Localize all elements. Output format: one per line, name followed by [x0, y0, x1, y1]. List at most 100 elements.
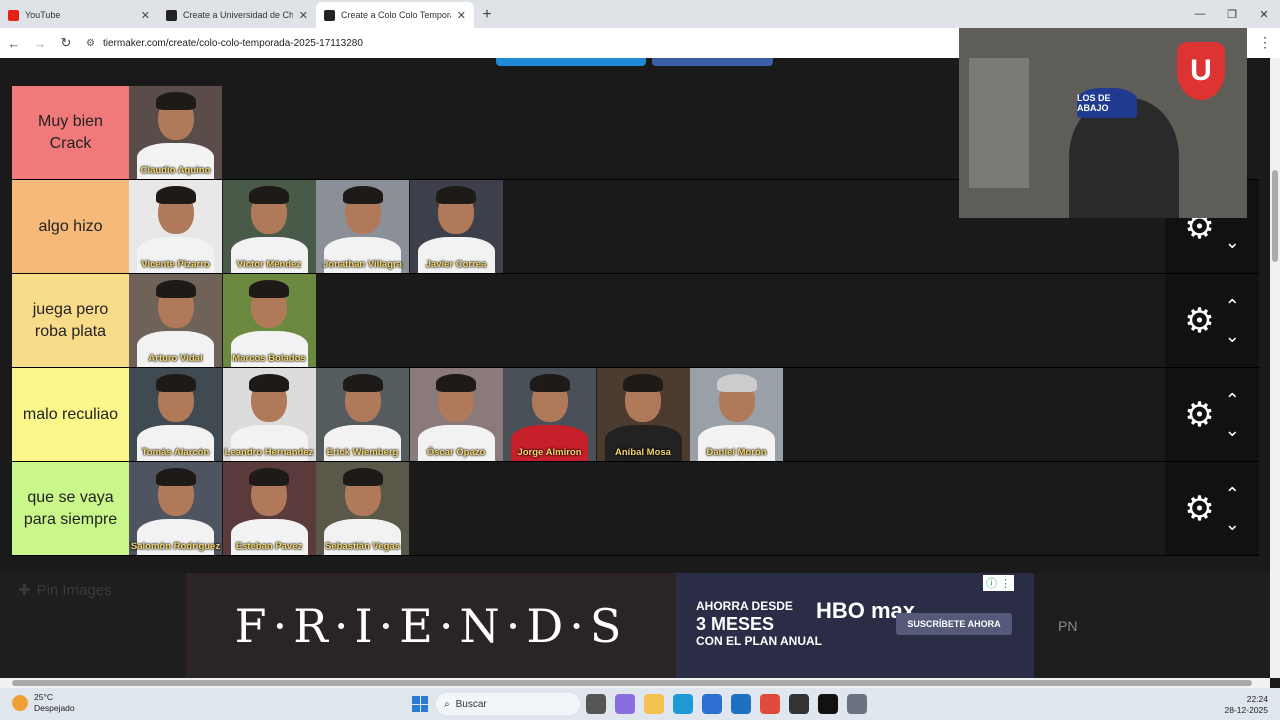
browser-menu-icon[interactable]: ⋮ [1258, 34, 1272, 51]
tab-title: Create a Universidad de Chile Tier [183, 10, 293, 20]
close-window-icon[interactable]: ✕ [1248, 0, 1280, 28]
back-icon[interactable]: ← [2, 31, 26, 55]
edge-icon[interactable] [673, 694, 693, 714]
tier-row: que se vaya para siempre Salomón Rodrígu… [12, 462, 1259, 556]
close-tab-icon[interactable]: ✕ [457, 9, 466, 22]
window-controls: — ❐ ✕ [1184, 0, 1280, 28]
tiermaker-icon [166, 9, 177, 21]
url-field[interactable]: ⚙ tiermaker.com/create/colo-colo-tempora… [86, 38, 363, 49]
player-card[interactable]: Javier Correa [409, 180, 503, 273]
player-card[interactable]: Jorge Almiron [503, 368, 596, 461]
player-card[interactable]: Daniel Morón [690, 368, 783, 461]
ad-info-icon[interactable]: ⓘ ⋮ [982, 575, 1014, 591]
hbo-max-ad[interactable]: AHORRA DESDE 3 MESES CON EL PLAN ANUAL H… [676, 573, 1034, 678]
chrome-icon[interactable] [760, 694, 780, 714]
gear-icon[interactable]: ⚙ [1184, 492, 1214, 526]
friends-ad[interactable]: F·R·I·E·N·D·S [186, 573, 676, 678]
tab-title: Create a Colo Colo Temporada 2025 [341, 10, 451, 20]
horizontal-scrollbar[interactable] [0, 678, 1270, 688]
obs-icon[interactable] [789, 694, 809, 714]
tab-universidad[interactable]: Create a Universidad de Chile Tier ✕ [158, 2, 316, 28]
download-button-partial[interactable] [652, 58, 773, 66]
player-name: Tomás Alarcón [141, 447, 210, 458]
tier-label[interactable]: algo hizo [12, 180, 129, 273]
subscribe-button[interactable]: SUSCRÍBETE AHORA [896, 613, 1012, 635]
friends-logo: F·R·I·E·N·D·S [234, 598, 628, 653]
player-name: Salomón Rodríguez [130, 541, 221, 552]
store-icon[interactable] [702, 694, 722, 714]
player-card[interactable]: Arturo Vidal [129, 274, 222, 367]
player-card[interactable]: Jonathan Villagra [316, 180, 409, 273]
chevron-up-icon[interactable]: ⌃ [1225, 391, 1240, 409]
player-name: Daniel Morón [706, 447, 767, 458]
player-card[interactable]: Tomás Alarcón [129, 368, 222, 461]
pin-images[interactable]: ✚ Pin Images [18, 581, 112, 600]
player-name: Leandro Hernandez [224, 447, 314, 458]
settings-icon[interactable] [847, 694, 867, 714]
tier-label[interactable]: Muy bien Crack [12, 86, 129, 179]
tier-label[interactable]: malo reculiao [12, 368, 129, 461]
chevron-up-icon[interactable]: ⌃ [1225, 297, 1240, 315]
player-card[interactable]: Aníbal Mosa [596, 368, 690, 461]
player-name: Marcos Bolados [232, 353, 306, 364]
tab-title: YouTube [25, 10, 61, 20]
tier-items[interactable]: Arturo Vidal Marcos Bolados [129, 274, 1165, 367]
restore-icon[interactable]: ❐ [1216, 0, 1248, 28]
player-card[interactable]: Erick Wiemberg [316, 368, 409, 461]
ad-banner[interactable]: ✚ Pin Images F·R·I·E·N·D·S AHORRA DESDE … [0, 573, 1270, 678]
reload-icon[interactable]: ↻ [54, 31, 78, 55]
gear-icon[interactable]: ⚙ [1184, 304, 1214, 338]
tab-colo-colo[interactable]: Create a Colo Colo Temporada 2025 ✕ [316, 2, 474, 28]
player-card[interactable]: Salomón Rodríguez [129, 462, 222, 555]
player-card[interactable]: Vicente Pizarro [129, 180, 222, 273]
save-button-partial[interactable] [496, 58, 646, 66]
tier-label[interactable]: juega pero roba plata [12, 274, 129, 367]
close-tab-icon[interactable]: ✕ [299, 9, 308, 22]
tier-row: malo reculiao Tomás Alarcón Leandro Hern… [12, 368, 1259, 462]
chevron-up-icon[interactable]: ⌃ [1225, 485, 1240, 503]
player-card[interactable]: Claudio Aquino [129, 86, 222, 179]
chevron-down-icon[interactable]: ⌄ [1225, 327, 1240, 345]
player-card[interactable]: Esteban Pavez [222, 462, 316, 555]
clock[interactable]: 22:24 28-12-2025 [1225, 694, 1268, 716]
player-card[interactable]: Óscar Opazo [409, 368, 503, 461]
pin-icon: ✚ [18, 582, 31, 599]
player-name: Sebastián Vegas [325, 541, 400, 552]
tiktok-icon[interactable] [818, 694, 838, 714]
tier-items[interactable]: Tomás Alarcón Leandro Hernandez Erick Wi… [129, 368, 1165, 461]
chevron-down-icon[interactable]: ⌄ [1225, 233, 1240, 251]
gear-icon[interactable]: ⚙ [1184, 398, 1214, 432]
player-name: Aníbal Mosa [615, 447, 671, 458]
player-card[interactable]: Marcos Bolados [222, 274, 316, 367]
player-card[interactable]: Leandro Hernandez [222, 368, 316, 461]
webcam-overlay: LOS DE ABAJO U [959, 28, 1247, 218]
pn-text: PN [1058, 618, 1078, 634]
url-text: tiermaker.com/create/colo-colo-temporada… [102, 37, 363, 49]
taskbar-search[interactable]: ⌕ Buscar [436, 693, 580, 715]
task-view-icon[interactable] [586, 694, 606, 714]
tier-label[interactable]: que se vaya para siempre [12, 462, 129, 555]
tier-controls: ⚙ ⌃ ⌄ [1165, 274, 1259, 367]
tier-controls: ⚙ ⌃ ⌄ [1165, 368, 1259, 461]
player-name: Erick Wiemberg [326, 447, 399, 458]
taskbar: 25°C Despejado ⌕ Buscar 22:24 28-12-2025 [0, 688, 1280, 720]
chevron-down-icon[interactable]: ⌄ [1225, 421, 1240, 439]
outlook-icon[interactable] [731, 694, 751, 714]
site-info-icon[interactable]: ⚙ [86, 38, 95, 49]
copilot-icon[interactable] [615, 694, 635, 714]
player-card[interactable]: Víctor Méndez [222, 180, 316, 273]
tier-items[interactable]: Salomón Rodríguez Esteban Pavez Sebastiá… [129, 462, 1165, 555]
player-card[interactable]: Sebastián Vegas [316, 462, 409, 555]
chevron-down-icon[interactable]: ⌄ [1225, 515, 1240, 533]
vertical-scrollbar[interactable] [1270, 58, 1280, 678]
close-tab-icon[interactable]: ✕ [141, 9, 150, 22]
file-explorer-icon[interactable] [644, 694, 664, 714]
hbo-line3: CON EL PLAN ANUAL [696, 634, 822, 648]
new-tab-button[interactable]: + [474, 2, 500, 28]
windows-start-icon[interactable] [412, 696, 428, 712]
tab-youtube[interactable]: YouTube ✕ [0, 2, 158, 28]
player-name: Arturo Vidal [148, 353, 203, 364]
forward-icon[interactable]: → [28, 31, 52, 55]
weather-widget[interactable]: 25°C Despejado [12, 692, 75, 714]
minimize-icon[interactable]: — [1184, 0, 1216, 28]
